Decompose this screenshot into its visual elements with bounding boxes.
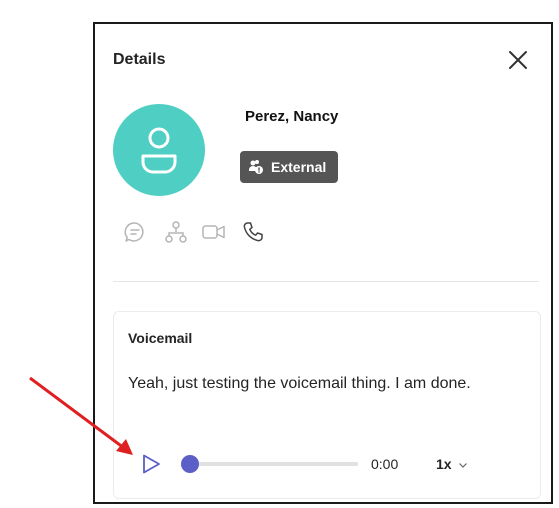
video-call-icon [202,225,225,239]
close-icon [509,51,527,69]
external-user-icon [249,160,263,174]
playback-time: 0:00 [371,456,399,472]
details-panel: Details Perez, Nancy External Voicemail … [93,22,553,504]
voicemail-player: 0:00 1x [114,448,540,478]
video-call-button[interactable] [201,220,225,244]
panel-title: Details [113,51,166,68]
contact-name: Perez, Nancy [245,108,339,125]
chat-icon [124,222,144,242]
voicemail-transcript: Yeah, just testing the voicemail thing. … [128,375,471,392]
org-chart-icon [165,221,187,243]
close-button[interactable] [506,48,530,72]
voicemail-card: Voicemail Yeah, just testing the voicema… [113,311,541,499]
chat-button[interactable] [123,220,147,244]
org-chart-button[interactable] [164,220,188,244]
badge-label: External [271,159,327,175]
play-icon [143,454,160,474]
progress-thumb[interactable] [181,455,199,473]
chevron-down-icon [458,457,468,473]
progress-track[interactable] [184,462,358,466]
external-badge: External [240,151,338,183]
avatar [113,104,205,196]
person-icon [141,127,177,174]
phone-call-icon [243,222,263,242]
playback-speed-dropdown[interactable]: 1x [436,456,468,473]
voicemail-title: Voicemail [128,330,193,346]
divider [113,281,539,282]
play-button[interactable] [140,453,162,475]
playback-speed-label: 1x [436,456,452,472]
phone-call-button[interactable] [241,220,265,244]
